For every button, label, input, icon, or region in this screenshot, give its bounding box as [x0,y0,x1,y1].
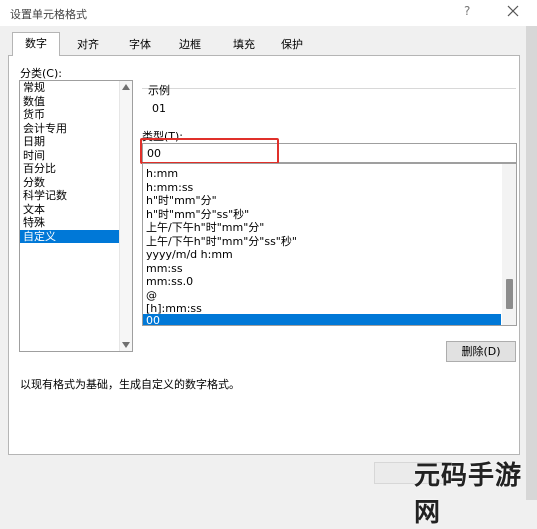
category-item[interactable]: 常规 [20,81,132,95]
delete-button[interactable]: 删除(D) [446,341,516,362]
background-strip [526,26,537,500]
sample-value: 01 [152,102,166,115]
format-item[interactable]: 上午/下午h"时"mm"分" [143,221,501,235]
tab-bar: 数字 对齐 字体 边框 填充 保护 [8,32,518,56]
format-list[interactable]: h:mm h:mm:ss h"时"mm"分" h"时"mm"分"ss"秒" 上午… [142,163,517,326]
sample-group [142,88,516,125]
format-item[interactable]: @ [143,289,501,303]
category-item[interactable]: 分数 [20,176,132,190]
tab-fill[interactable]: 填充 [222,35,266,55]
format-cells-dialog: 设置单元格格式 ? 数字 对齐 字体 边框 填充 保护 分类(C): 常规 数值… [0,0,537,528]
format-item[interactable]: h:mm:ss [143,181,501,195]
category-item[interactable]: 货币 [20,108,132,122]
category-item[interactable]: 会计专用 [20,122,132,136]
format-item[interactable]: h"时"mm"分" [143,194,501,208]
category-item[interactable]: 特殊 [20,216,132,230]
category-item[interactable]: 科学记数 [20,189,132,203]
title-bar: 设置单元格格式 ? [0,0,537,26]
tab-border[interactable]: 边框 [168,35,212,55]
scroll-up-icon[interactable] [122,84,130,90]
format-item[interactable]: h"时"mm"分"ss"秒" [143,208,501,222]
category-label: 分类(C): [20,67,62,80]
scroll-down-icon[interactable] [122,342,130,348]
tab-number[interactable]: 数字 [12,32,60,56]
sample-label: 示例 [148,84,170,97]
format-item[interactable]: yyyy/m/d h:mm [143,248,501,262]
category-item-selected[interactable]: 自定义 [20,229,132,243]
format-item[interactable]: mm:ss.0 [143,275,501,289]
watermark: 元码手游网 [414,461,523,528]
category-list[interactable]: 常规 数值 货币 会计专用 日期 时间 百分比 分数 科学记数 文本 特殊 自定… [19,80,133,352]
category-scrollbar[interactable] [119,81,132,351]
dialog-title: 设置单元格格式 [10,8,87,21]
category-item[interactable]: 时间 [20,149,132,163]
scrollbar-thumb[interactable] [506,279,513,309]
category-item[interactable]: 日期 [20,135,132,149]
help-icon[interactable]: ? [464,4,470,18]
category-item[interactable]: 文本 [20,203,132,217]
tab-alignment[interactable]: 对齐 [66,35,110,55]
close-icon[interactable] [504,2,522,20]
format-item-selected[interactable]: 00 [143,314,501,325]
format-item[interactable]: 上午/下午h"时"mm"分"ss"秒" [143,235,501,249]
category-item[interactable]: 数值 [20,95,132,109]
category-item[interactable]: 百分比 [20,162,132,176]
tab-protection[interactable]: 保护 [270,35,314,55]
format-item[interactable]: h:mm [143,167,501,181]
hint-text: 以现有格式为基础，生成自定义的数字格式。 [20,378,240,391]
highlight-box [140,138,279,164]
format-item[interactable]: mm:ss [143,262,501,276]
format-scrollbar[interactable] [502,164,516,325]
tab-font[interactable]: 字体 [118,35,162,55]
